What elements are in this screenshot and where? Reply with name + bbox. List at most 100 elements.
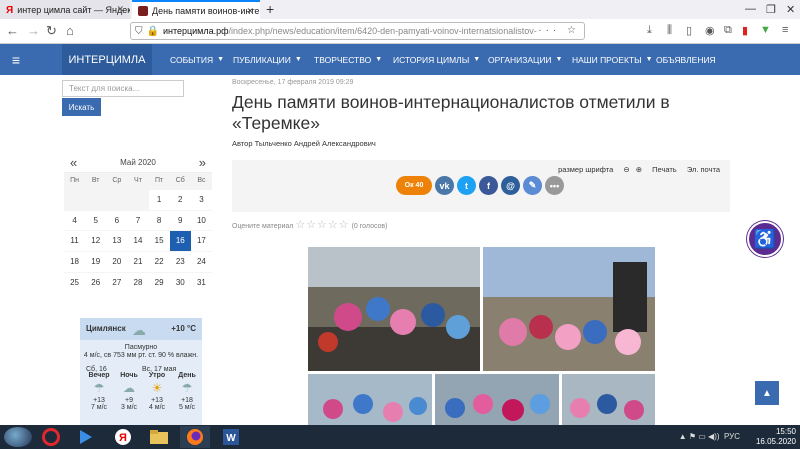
- calendar-day[interactable]: 8: [148, 209, 170, 231]
- calendar-day[interactable]: 24: [190, 251, 212, 272]
- calendar-day[interactable]: 14: [127, 230, 149, 251]
- download-icon[interactable]: ⤓: [647, 24, 652, 37]
- calendar-day[interactable]: 4: [64, 209, 86, 231]
- calendar-day[interactable]: 30: [169, 271, 191, 293]
- hamburger-icon[interactable]: ≡: [0, 44, 32, 75]
- calendar-day[interactable]: 11: [64, 230, 86, 251]
- calendar-day[interactable]: 12: [85, 230, 107, 251]
- menu-item-events[interactable]: СОБЫТИЯ ▼: [170, 44, 224, 75]
- menu-item-organizations[interactable]: ОРГАНИЗАЦИИ ▼: [488, 44, 562, 75]
- restore-icon[interactable]: ❐: [766, 3, 776, 16]
- minimize-icon[interactable]: —: [745, 3, 756, 15]
- close-tab-icon[interactable]: ✕: [246, 6, 254, 17]
- caret-down-icon: ▼: [473, 56, 481, 63]
- forward-icon[interactable]: →: [27, 23, 40, 38]
- windows-start-icon[interactable]: [4, 427, 32, 447]
- firefox-icon[interactable]: [180, 426, 210, 448]
- zoom-out-icon[interactable]: ⊖: [623, 165, 629, 174]
- new-tab-button[interactable]: +: [266, 1, 274, 17]
- calendar-day[interactable]: 5: [85, 209, 107, 231]
- reload-icon[interactable]: ↻: [46, 23, 57, 39]
- calendar-day[interactable]: 13: [106, 230, 128, 251]
- more-share-button[interactable]: •••: [545, 176, 564, 195]
- browser-tab-active[interactable]: День памяти воинов-интерна ✕: [132, 0, 260, 19]
- menu-item-projects[interactable]: НАШИ ПРОЕКТЫ ▼: [572, 44, 653, 75]
- close-tab-icon[interactable]: ✕: [116, 4, 124, 15]
- calendar-day[interactable]: 27: [106, 271, 128, 293]
- menu-item-publications[interactable]: ПУБЛИКАЦИИ ▼: [233, 44, 302, 75]
- close-window-icon[interactable]: ✕: [786, 3, 795, 16]
- opera-icon[interactable]: [36, 426, 66, 448]
- calendar-day[interactable]: 25: [64, 271, 86, 293]
- gallery-photo[interactable]: [308, 247, 480, 371]
- file-explorer-icon[interactable]: [144, 426, 174, 448]
- zoom-in-icon[interactable]: ⊕: [636, 165, 642, 174]
- calendar-day[interactable]: 7: [127, 209, 149, 231]
- sidebar-icon[interactable]: ▯: [686, 24, 692, 37]
- facebook-share-button[interactable]: f: [479, 176, 498, 195]
- calendar-day[interactable]: 2: [169, 189, 191, 210]
- menu-item-creativity[interactable]: ТВОРЧЕСТВО ▼: [314, 44, 382, 75]
- site-logo[interactable]: ИНТЕРЦИМЛА: [62, 44, 152, 75]
- print-button[interactable]: Печать: [652, 165, 677, 174]
- calendar-day[interactable]: 6: [106, 209, 128, 231]
- email-button[interactable]: Эл. почта: [687, 165, 720, 174]
- vk-share-button[interactable]: vk: [435, 176, 454, 195]
- caret-down-icon: ▼: [555, 56, 563, 63]
- screenshot-icon[interactable]: ⧉: [724, 24, 732, 37]
- account-icon[interactable]: ◉: [705, 24, 715, 37]
- calendar-day[interactable]: 9: [169, 209, 191, 231]
- svg-text:Я: Я: [119, 432, 127, 444]
- twitter-share-button[interactable]: t: [457, 176, 476, 195]
- calendar-day[interactable]: 28: [127, 271, 149, 293]
- yandex-browser-icon[interactable]: Я: [108, 426, 138, 448]
- calendar-day[interactable]: 22: [148, 251, 170, 272]
- extension-red-icon[interactable]: ▮: [742, 24, 748, 37]
- search-button[interactable]: Искать: [62, 98, 101, 116]
- calendar-day[interactable]: 20: [106, 251, 128, 272]
- next-month-button[interactable]: »: [199, 155, 206, 170]
- clock[interactable]: 15:50 16.05.2020: [756, 427, 796, 447]
- calendar-day[interactable]: 15: [148, 230, 170, 251]
- gallery-photo[interactable]: [435, 374, 559, 425]
- weather-city[interactable]: Цимлянск: [86, 324, 126, 333]
- rating-stars-icon[interactable]: ☆☆☆☆☆: [295, 219, 349, 231]
- url-actions-icons[interactable]: ··· ☆: [538, 25, 580, 36]
- word-icon[interactable]: W: [216, 426, 246, 448]
- calendar-day[interactable]: 1: [148, 189, 170, 210]
- accessibility-icon[interactable]: ♿: [747, 221, 783, 257]
- gallery-photo[interactable]: [483, 247, 655, 371]
- livejournal-share-button[interactable]: ✎: [523, 176, 542, 195]
- calendar-day[interactable]: 18: [64, 251, 86, 272]
- menu-item-announcements[interactable]: ОБЪЯВЛЕНИЯ: [656, 44, 716, 75]
- calendar-day[interactable]: 31: [190, 271, 212, 293]
- search-input[interactable]: Текст для поиска...: [62, 80, 184, 97]
- home-icon[interactable]: ⌂: [66, 23, 74, 38]
- tray-icons[interactable]: ▲ ⚑ ▭ ◀)) РУС: [679, 432, 740, 441]
- back-icon[interactable]: ←: [6, 23, 19, 38]
- menu-icon[interactable]: ≡: [782, 24, 788, 36]
- browser-tab-yandex[interactable]: Я интер цимла сайт — Яндекс: на ✕: [0, 0, 130, 19]
- photo-children-2: [308, 374, 432, 425]
- calendar-day[interactable]: 3: [190, 189, 212, 210]
- forecast-wind: 5 м/с: [178, 404, 196, 411]
- media-player-icon[interactable]: [70, 426, 100, 448]
- library-icon[interactable]: ⫼: [667, 24, 672, 37]
- extension-green-icon[interactable]: ▼: [760, 24, 771, 36]
- calendar-day[interactable]: 26: [85, 271, 107, 293]
- mailru-share-button[interactable]: @: [501, 176, 520, 195]
- menu-item-history[interactable]: ИСТОРИЯ ЦИМЛЫ ▼: [393, 44, 480, 75]
- weekday-label: Сб: [169, 173, 191, 189]
- calendar-day[interactable]: 10: [190, 209, 212, 231]
- address-bar[interactable]: ⛉ 🔒 интерцимла.рф /index.php/news/educat…: [130, 22, 585, 40]
- calendar-day[interactable]: 17: [190, 230, 212, 251]
- calendar-day[interactable]: 16: [169, 230, 191, 252]
- scroll-to-top-button[interactable]: ▲: [755, 381, 779, 405]
- calendar-day[interactable]: 23: [169, 251, 191, 272]
- calendar-day[interactable]: 19: [85, 251, 107, 272]
- gallery-photo[interactable]: [308, 374, 432, 425]
- odnoklassniki-share-button[interactable]: Ок 40: [396, 176, 432, 195]
- calendar-day[interactable]: 29: [148, 271, 170, 293]
- gallery-photo[interactable]: [562, 374, 655, 425]
- calendar-day[interactable]: 21: [127, 251, 149, 272]
